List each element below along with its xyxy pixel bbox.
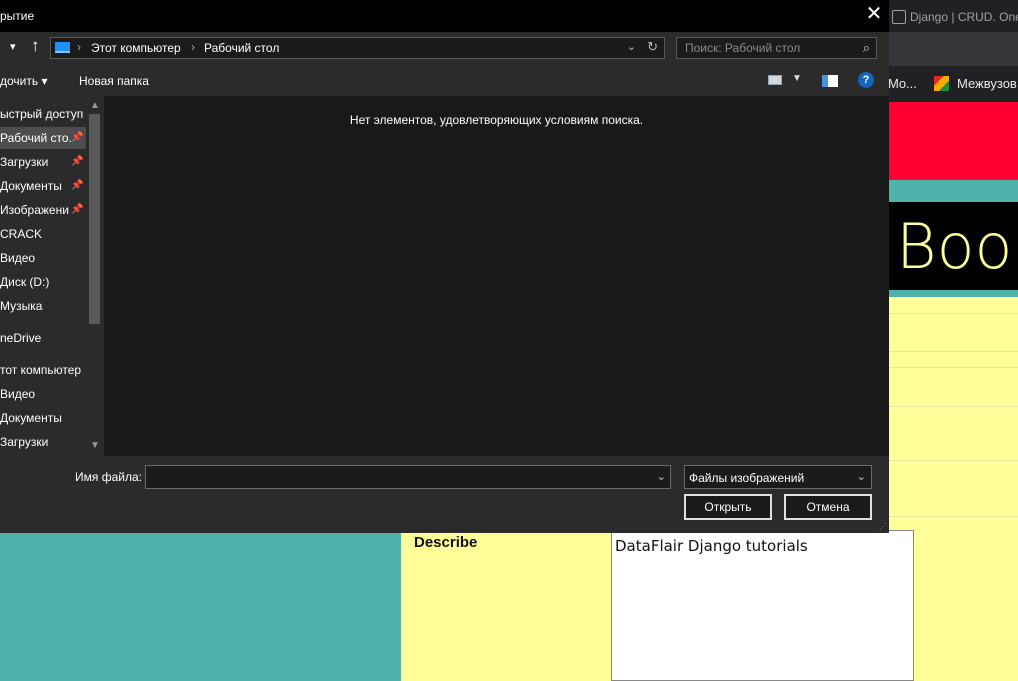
nav-item-label: Изображени bbox=[0, 203, 69, 217]
refresh-icon[interactable]: ↻ bbox=[647, 39, 658, 55]
bookmark-item[interactable]: Межвузов bbox=[934, 76, 1017, 91]
navigation-pane: ыстрый доступ Рабочий сто. 📌 Загрузки 📌 Докум… bbox=[0, 96, 103, 456]
dialog-toolbar: дочить ▾ Новая папка ▼ ? bbox=[0, 64, 889, 96]
filename-label: Имя файла: bbox=[75, 470, 142, 484]
file-open-dialog: рытие ✕ ▾ ↑ › Этот компьютер › Рабочий с… bbox=[0, 0, 889, 533]
close-icon[interactable]: ✕ bbox=[859, 0, 889, 30]
view-options-icon[interactable] bbox=[768, 75, 782, 85]
filename-input[interactable]: ⌄ bbox=[145, 465, 671, 489]
nav-item-label: neDrive bbox=[0, 331, 42, 345]
scroll-down-icon[interactable]: ▼ bbox=[90, 440, 100, 451]
chevron-down-icon: ⌄ bbox=[856, 471, 866, 483]
bookmark-item[interactable]: Mo... bbox=[888, 76, 917, 91]
row-divider bbox=[888, 406, 1018, 407]
open-button[interactable]: Открыть bbox=[684, 494, 772, 520]
resize-grip-icon[interactable]: ⋰ bbox=[879, 522, 887, 531]
organize-menu-button[interactable]: дочить ▾ bbox=[0, 74, 47, 88]
describe-label: Describe bbox=[414, 534, 478, 551]
row-divider bbox=[888, 351, 1018, 352]
filetype-select[interactable]: Файлы изображений ⌄ bbox=[684, 465, 872, 489]
dialog-footer: Имя файла: ⌄ Файлы изображений ⌄ Открыть… bbox=[0, 456, 889, 533]
nav-item-label: Загрузки bbox=[0, 435, 49, 449]
nav-item-label: Загрузки bbox=[0, 155, 49, 169]
bookmarks-bar: Mo... Межвузов bbox=[888, 66, 1018, 102]
help-icon[interactable]: ? bbox=[858, 72, 874, 88]
nav-item-label: Рабочий сто. bbox=[0, 131, 72, 145]
dialog-titlebar: рытие ✕ bbox=[0, 0, 889, 32]
nav-item-label: Документы bbox=[0, 411, 62, 425]
up-arrow-icon[interactable]: ↑ bbox=[31, 36, 40, 56]
nav-item-label: CRACK bbox=[0, 227, 43, 241]
pin-icon: 📌 bbox=[71, 204, 84, 215]
browser-tab-title: Django | CRUD. One bbox=[910, 10, 1018, 24]
nav-item-label: Документы bbox=[0, 179, 62, 193]
pin-icon: 📌 bbox=[71, 132, 84, 143]
page-hero-banner: Boo bbox=[888, 202, 1018, 290]
empty-message: Нет элементов, удовлетворяющих условиям … bbox=[349, 113, 644, 127]
filetype-value: Файлы изображений bbox=[689, 471, 805, 485]
nav-item-label: Музыка bbox=[0, 299, 43, 313]
chevron-down-icon[interactable]: ⌄ bbox=[627, 40, 636, 53]
nav-item[interactable]: Музыка bbox=[0, 295, 88, 317]
search-input[interactable]: Поиск: Рабочий стол ⌕ bbox=[676, 37, 877, 59]
row-divider bbox=[888, 460, 1018, 461]
search-placeholder: Поиск: Рабочий стол bbox=[685, 41, 801, 55]
search-icon: ⌕ bbox=[862, 40, 870, 55]
nav-item[interactable]: Загрузки 📌 bbox=[0, 151, 88, 173]
nav-item[interactable]: Видео bbox=[0, 383, 88, 405]
cancel-button[interactable]: Отмена bbox=[784, 494, 872, 520]
breadcrumb-this-pc[interactable]: Этот компьютер bbox=[91, 41, 181, 55]
recent-locations-chevron-icon[interactable]: ▾ bbox=[10, 40, 16, 53]
pin-icon: 📌 bbox=[71, 180, 84, 191]
nav-item-label: Видео bbox=[0, 251, 36, 265]
nav-item-label: тот компьютер bbox=[0, 363, 82, 377]
nav-item[interactable]: тот компьютер bbox=[0, 359, 88, 381]
nav-item[interactable]: Рабочий сто. 📌 bbox=[0, 127, 88, 149]
nav-item[interactable]: Документы bbox=[0, 407, 88, 429]
scroll-thumb[interactable] bbox=[89, 114, 100, 324]
hero-text: Boo bbox=[896, 210, 1013, 283]
nav-item[interactable]: Документы 📌 bbox=[0, 175, 88, 197]
address-bar[interactable]: › Этот компьютер › Рабочий стол ⌄ ↻ bbox=[50, 37, 665, 59]
row-divider bbox=[888, 313, 1018, 314]
preview-pane-icon[interactable] bbox=[822, 75, 838, 87]
chevron-down-icon[interactable]: ▼ bbox=[792, 73, 802, 84]
chevron-right-icon[interactable]: › bbox=[77, 40, 81, 54]
nav-item[interactable]: ыстрый доступ bbox=[0, 103, 88, 125]
nav-item-label: Видео bbox=[0, 387, 36, 401]
scroll-up-icon[interactable]: ▲ bbox=[90, 100, 100, 111]
bookmark-icon bbox=[934, 76, 949, 91]
dialog-navbar: ▾ ↑ › Этот компьютер › Рабочий стол ⌄ ↻ … bbox=[0, 32, 889, 64]
chevron-down-icon[interactable]: ⌄ bbox=[657, 470, 666, 483]
nav-item[interactable]: Загрузки bbox=[0, 431, 88, 453]
nav-scrollbar[interactable]: ▲ ▼ bbox=[86, 96, 103, 456]
breadcrumb-desktop[interactable]: Рабочий стол bbox=[204, 41, 279, 55]
nav-item[interactable]: neDrive bbox=[0, 327, 88, 349]
dialog-title: рытие bbox=[0, 9, 35, 23]
nav-item[interactable]: Видео bbox=[0, 247, 88, 269]
new-folder-button[interactable]: Новая папка bbox=[79, 74, 149, 88]
row-divider bbox=[888, 516, 1018, 517]
describe-textarea[interactable]: DataFlair Django tutorials bbox=[611, 530, 914, 681]
nav-item-label: Диск (D:) bbox=[0, 275, 50, 289]
page-icon bbox=[892, 10, 906, 24]
computer-icon bbox=[55, 42, 70, 53]
nav-item[interactable]: Изображени 📌 bbox=[0, 199, 88, 221]
nav-item[interactable]: Диск (D:) bbox=[0, 271, 88, 293]
browser-addressbar[interactable] bbox=[888, 32, 1018, 66]
browser-tab[interactable]: Django | CRUD. One bbox=[892, 6, 1018, 32]
pin-icon: 📌 bbox=[71, 156, 84, 167]
chevron-right-icon[interactable]: › bbox=[191, 40, 195, 54]
nav-item-label: ыстрый доступ bbox=[0, 107, 84, 121]
nav-item[interactable]: CRACK bbox=[0, 223, 88, 245]
row-divider bbox=[888, 367, 1018, 368]
file-list-area[interactable]: Нет элементов, удовлетворяющих условиям … bbox=[104, 96, 889, 456]
page-header-band bbox=[888, 102, 1018, 180]
